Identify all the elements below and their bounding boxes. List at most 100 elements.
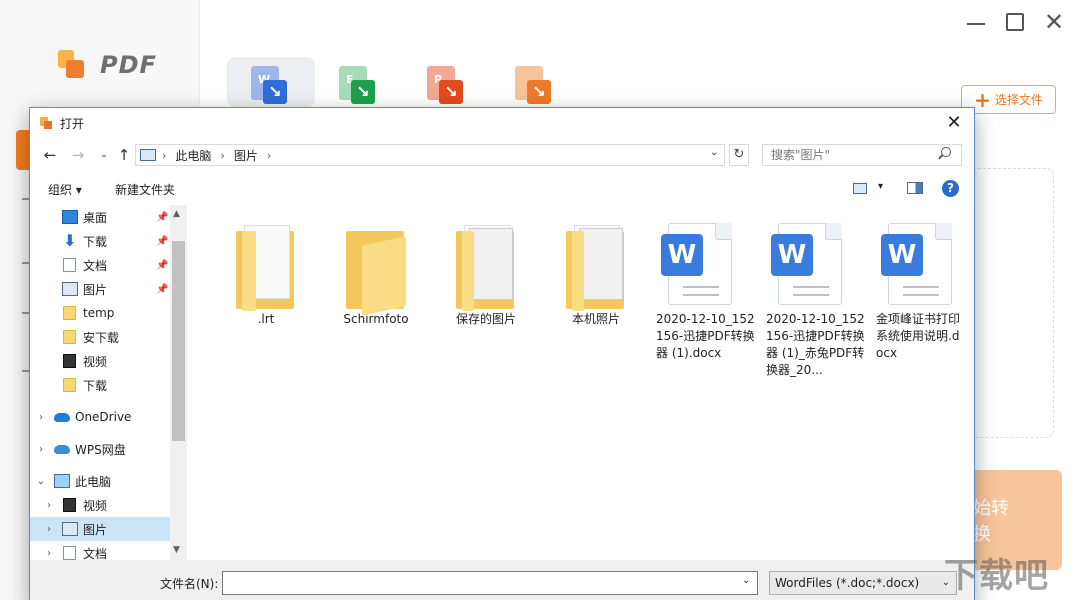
- chevron-right-icon[interactable]: ›: [36, 412, 46, 423]
- nav-item-temp[interactable]: temp: [30, 301, 170, 325]
- document-icon: [63, 258, 76, 272]
- pictures-icon: [62, 522, 78, 536]
- watermark: 下载吧: [944, 556, 1049, 596]
- convert-to-image-tile[interactable]: ↘: [497, 57, 585, 107]
- navigation-pane: 桌面 📌 ⬇ 下载 📌 文档 📌 图片 📌 temp 安下载 视频 下载 › O…: [30, 205, 187, 560]
- filename-label: 文件名(N):: [160, 577, 219, 591]
- wps-cloud-icon: [54, 445, 70, 454]
- word-doc-icon: W: [866, 213, 970, 305]
- nav-item-wps-cloud[interactable]: › WPS网盘: [30, 437, 170, 461]
- file-item[interactable]: 本机照片: [544, 213, 648, 328]
- search-icon[interactable]: [941, 147, 951, 157]
- folder-icon: [63, 306, 76, 320]
- organize-button[interactable]: 组织 ▾: [48, 181, 82, 198]
- back-button[interactable]: ←: [40, 145, 60, 165]
- pictures-icon: [62, 282, 78, 296]
- nav-item-videos[interactable]: 视频: [30, 349, 170, 373]
- nav-item-pc-pictures[interactable]: › 图片: [30, 517, 170, 541]
- nav-scrollbar[interactable]: ▲ ▼: [170, 205, 187, 560]
- dialog-close-button[interactable]: ✕: [942, 111, 966, 135]
- chevron-down-icon[interactable]: ⌄: [742, 575, 750, 586]
- ppt-file-icon: P ↘: [427, 66, 463, 104]
- chevron-down-icon[interactable]: ⌄: [710, 147, 718, 158]
- breadcrumb-this-pc[interactable]: 此电脑: [175, 147, 211, 164]
- chevron-right-icon[interactable]: ›: [44, 500, 54, 511]
- search-input[interactable]: [762, 144, 962, 166]
- download-icon: ⬇: [63, 231, 77, 250]
- view-options-icon[interactable]: [853, 183, 867, 194]
- pin-icon: 📌: [156, 211, 169, 223]
- command-bar: 组织 ▾ 新建文件夹 ▾ ?: [30, 176, 974, 202]
- scroll-up-icon[interactable]: ▲: [173, 209, 180, 219]
- minimize-icon: [967, 23, 985, 25]
- breadcrumb-pictures[interactable]: 图片: [234, 147, 258, 164]
- convert-to-word-tile[interactable]: W↘: [227, 57, 315, 107]
- nav-item-pictures[interactable]: 图片 📌: [30, 277, 170, 301]
- image-file-icon: ↘: [515, 66, 551, 104]
- file-item[interactable]: W 2020-12-10_152156-迅捷PDF转换器 (1)_赤兔PDF转换…: [756, 213, 866, 379]
- video-icon: [63, 498, 76, 512]
- nav-item-downloads[interactable]: ⬇ 下载 📌: [30, 229, 170, 253]
- scrollbar-thumb[interactable]: [172, 241, 185, 441]
- nav-item-documents[interactable]: 文档 📌: [30, 253, 170, 277]
- desktop-icon: [62, 210, 78, 224]
- select-file-label: 选择文件: [994, 93, 1043, 107]
- word-doc-icon: W: [756, 213, 860, 305]
- word-file-icon: W↘: [251, 66, 287, 104]
- nav-item-download-folder[interactable]: 下载: [30, 373, 170, 397]
- minimize-button[interactable]: [964, 10, 988, 34]
- document-icon: [63, 546, 76, 560]
- app-icon: [40, 117, 52, 129]
- scroll-down-icon[interactable]: ▼: [173, 545, 180, 555]
- file-item[interactable]: W 金项峰证书打印系统使用说明.docx: [866, 213, 966, 362]
- excel-file-icon: E ↘: [339, 66, 375, 104]
- pin-icon: 📌: [156, 259, 169, 271]
- select-file-button[interactable]: + 选择文件: [961, 85, 1056, 114]
- navigation-bar: ← → ⌄ ↑ › 此电脑 › 图片 › ⌄ ↻: [30, 142, 974, 168]
- file-item[interactable]: 保存的图片: [434, 213, 538, 328]
- chevron-down-icon[interactable]: ▾: [878, 181, 883, 192]
- refresh-button[interactable]: ↻: [729, 144, 749, 166]
- folder-icon: [214, 213, 318, 311]
- convert-to-excel-tile[interactable]: E ↘: [317, 57, 405, 107]
- nav-item-pc-documents[interactable]: › 文档: [30, 541, 170, 560]
- up-button[interactable]: ↑: [114, 145, 134, 165]
- dialog-footer: 文件名(N): ⌄ WordFiles (*.doc;*.docx) ⌄: [30, 560, 974, 600]
- nav-item-pc-videos[interactable]: › 视频: [30, 493, 170, 517]
- nav-item-this-pc[interactable]: ⌄ 此电脑: [30, 469, 170, 493]
- chevron-right-icon[interactable]: ›: [36, 444, 46, 455]
- maximize-icon: [1006, 13, 1024, 31]
- file-item[interactable]: W 2020-12-10_152156-迅捷PDF转换器 (1).docx: [646, 213, 756, 362]
- sidebar-active-indicator[interactable]: [16, 130, 30, 170]
- convert-to-ppt-tile[interactable]: P ↘: [407, 57, 495, 107]
- pin-icon: 📌: [156, 235, 169, 247]
- folder-icon: [544, 213, 648, 311]
- logo-icon: [56, 50, 86, 80]
- preview-pane-icon[interactable]: [907, 182, 923, 194]
- logo-text: PDF: [100, 51, 157, 79]
- chevron-right-icon[interactable]: ›: [44, 548, 54, 559]
- maximize-button[interactable]: [1003, 10, 1027, 34]
- forward-button[interactable]: →: [68, 145, 88, 165]
- drop-zone[interactable]: [973, 168, 1054, 438]
- video-icon: [63, 354, 76, 368]
- new-folder-button[interactable]: 新建文件夹: [115, 181, 175, 198]
- address-bar[interactable]: › 此电脑 › 图片 ›: [135, 144, 725, 166]
- app-logo: PDF: [56, 50, 157, 80]
- filetype-select[interactable]: WordFiles (*.doc;*.docx) ⌄: [769, 571, 957, 595]
- file-item[interactable]: .lrt: [214, 213, 318, 328]
- recent-locations-button[interactable]: ⌄: [94, 145, 114, 165]
- app-close-button[interactable]: ✕: [1042, 10, 1066, 34]
- nav-item-desktop[interactable]: 桌面 📌: [30, 205, 170, 229]
- help-icon[interactable]: ?: [942, 180, 959, 197]
- chevron-right-icon[interactable]: ›: [44, 524, 54, 535]
- nav-item-onedrive[interactable]: › OneDrive: [30, 405, 170, 429]
- file-list: .lrt Schirmfoto 保存的图片 本机照片 W 2020-12-10_…: [188, 205, 974, 560]
- folder-icon: [63, 378, 76, 392]
- chevron-down-icon[interactable]: ⌄: [36, 476, 46, 487]
- file-item[interactable]: Schirmfoto: [324, 213, 428, 328]
- dialog-title: 打开: [60, 116, 85, 131]
- nav-item-anxiazai[interactable]: 安下载: [30, 325, 170, 349]
- filename-input[interactable]: [222, 571, 758, 595]
- folder-icon: [63, 330, 76, 344]
